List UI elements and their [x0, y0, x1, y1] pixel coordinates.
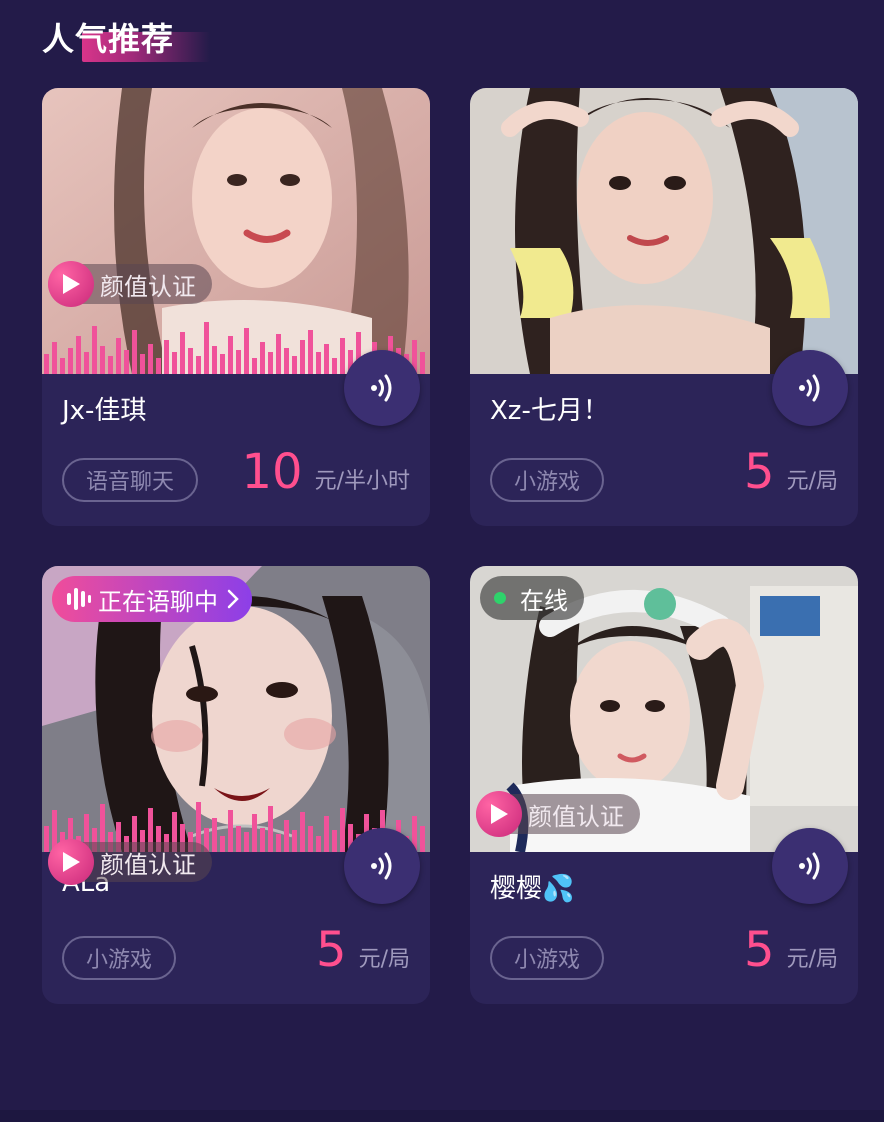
price: 5 元/局 — [744, 448, 838, 496]
verify-label: 颜值认证 — [100, 850, 196, 879]
voice-icon — [799, 852, 820, 880]
voice-button[interactable] — [344, 828, 420, 904]
online-status-badge: 在线 — [480, 576, 584, 620]
beauty-verified-badge: 颜值认证 — [48, 839, 212, 885]
price: 5 元/局 — [316, 926, 410, 974]
voice-button[interactable] — [772, 350, 848, 426]
profile-card[interactable]: 正在语聊中 颜值认证 ALa 小游戏 5 元/局 — [42, 566, 430, 1004]
price-value: 5 — [744, 444, 775, 500]
play-icon[interactable] — [48, 839, 94, 885]
profile-name: 樱樱💦 — [490, 874, 575, 904]
voice-button[interactable] — [772, 828, 848, 904]
voice-icon — [799, 374, 820, 402]
voice-icon — [371, 852, 392, 880]
beauty-verified-badge: 颜值认证 — [48, 261, 212, 307]
bottom-edge — [0, 1110, 884, 1122]
price-value: 5 — [744, 922, 775, 978]
price: 10 元/半小时 — [242, 448, 411, 496]
price-value: 5 — [316, 922, 347, 978]
chevron-right-icon — [227, 589, 239, 609]
section-title: 人气推荐 — [42, 20, 175, 58]
price-unit: 元/局 — [786, 947, 838, 972]
profile-card[interactable]: 在线 颜值认证 樱樱💦 小游戏 5 元/局 — [470, 566, 858, 1004]
profile-photo: 正在语聊中 — [42, 566, 430, 852]
service-tag: 小游戏 — [62, 936, 177, 980]
price-unit: 元/半小时 — [314, 469, 410, 494]
voice-button[interactable] — [344, 350, 420, 426]
service-tag: 小游戏 — [490, 936, 605, 980]
chat-status-label: 正在语聊中 — [98, 587, 218, 616]
play-icon[interactable] — [48, 261, 94, 307]
price: 5 元/局 — [744, 926, 838, 974]
online-dot-icon — [494, 592, 506, 604]
online-status-label: 在线 — [520, 586, 568, 615]
service-tag: 语音聊天 — [62, 458, 199, 502]
profile-card[interactable]: 颜值认证 Jx-佳琪 语音聊天 10 元/半小时 — [42, 88, 430, 526]
profile-name: Jx-佳琪 — [62, 396, 147, 426]
play-icon[interactable] — [476, 791, 522, 837]
verify-label: 颜值认证 — [528, 802, 624, 831]
service-tag: 小游戏 — [490, 458, 605, 502]
verify-label: 颜值认证 — [100, 272, 196, 301]
beauty-verified-badge: 颜值认证 — [476, 791, 640, 837]
audio-bars-icon — [67, 588, 91, 610]
price-unit: 元/局 — [358, 947, 410, 972]
price-unit: 元/局 — [786, 469, 838, 494]
profile-photo: 在线 颜值认证 — [470, 566, 858, 852]
profile-photo: 颜值认证 — [42, 88, 430, 374]
profile-name: Xz-七月！ — [490, 396, 609, 426]
price-value: 10 — [241, 444, 303, 500]
in-voice-chat-badge[interactable]: 正在语聊中 — [52, 576, 252, 622]
voice-icon — [371, 374, 392, 402]
profile-photo — [470, 88, 858, 374]
profile-card[interactable]: Xz-七月！ 小游戏 5 元/局 — [470, 88, 858, 526]
